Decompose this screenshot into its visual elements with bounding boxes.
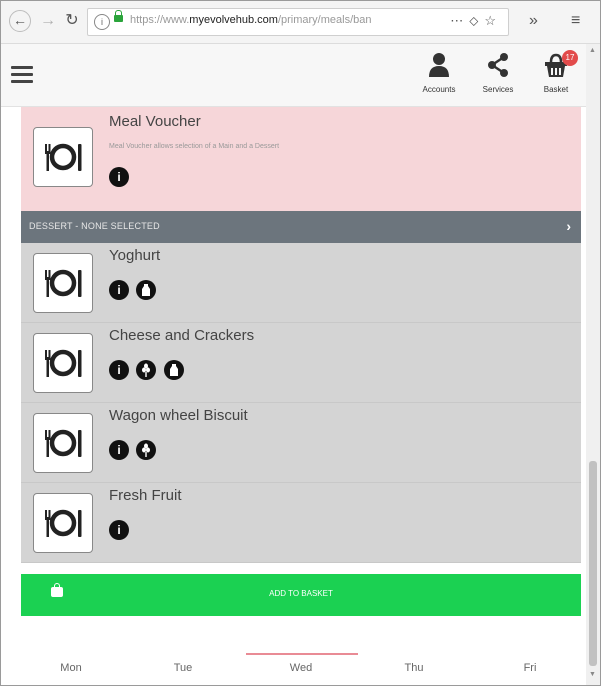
url-text[interactable]: https://www.myevolvehub.com/primary/meal… (130, 14, 450, 26)
browser-toolbar: ← → ↻ i https://www.myevolvehub.com/prim… (1, 1, 600, 44)
meal-voucher-title: Meal Voucher (109, 113, 201, 130)
back-button[interactable]: ← (9, 10, 31, 32)
wheat-icon[interactable] (136, 440, 157, 460)
dessert-item-yoghurt[interactable]: Yoghurt i (21, 243, 581, 323)
hamburger-menu-button[interactable]: ≡ (571, 10, 580, 32)
lock-icon (114, 10, 123, 22)
reload-button[interactable]: ↻ (61, 10, 83, 32)
allergen-icon-row: i (109, 360, 187, 382)
app-header: Accounts Services 17 Basket (1, 44, 586, 107)
scrollbar-thumb[interactable] (589, 461, 597, 666)
plate-cutlery-icon (33, 127, 93, 187)
item-title: Cheese and Crackers (109, 327, 255, 344)
info-icon[interactable]: i (94, 14, 110, 30)
plate-cutlery-icon (33, 253, 93, 313)
accounts-button[interactable]: Accounts (409, 52, 469, 94)
menu-icon[interactable] (11, 66, 33, 83)
add-to-basket-button[interactable]: ADD TO BASKET (21, 574, 581, 616)
item-title: Fresh Fruit (109, 487, 182, 504)
scroll-up-arrow-icon[interactable]: ▲ (589, 47, 596, 54)
allergen-icon-row: i (109, 440, 159, 462)
icon-row: i (109, 167, 132, 189)
tab-fri[interactable]: Fri (490, 662, 570, 674)
services-button[interactable]: Services (468, 52, 528, 94)
more-icon[interactable]: ⋯ (450, 13, 469, 28)
info-icon[interactable]: i (109, 280, 129, 300)
overflow-menu-button[interactable]: » (529, 10, 538, 32)
dessert-item-fresh-fruit[interactable]: Fresh Fruit i (21, 483, 581, 563)
info-icon[interactable]: i (109, 520, 129, 540)
milk-icon[interactable] (163, 360, 184, 380)
dessert-section-header[interactable]: DESSERT - NONE SELECTED › (21, 211, 581, 243)
dessert-item-cheese-and-crackers[interactable]: Cheese and Crackers i (21, 323, 581, 403)
plate-cutlery-icon (33, 493, 93, 553)
wheat-icon[interactable] (136, 360, 157, 380)
add-to-basket-label: ADD TO BASKET (269, 589, 333, 598)
plate-cutlery-icon (33, 413, 93, 473)
allergen-icon-row: i (109, 280, 159, 302)
basket-label: Basket (543, 85, 569, 94)
item-title: Yoghurt (109, 247, 161, 264)
info-icon[interactable]: i (109, 167, 129, 187)
accounts-label: Accounts (422, 85, 456, 94)
browser-window: ← → ↻ i https://www.myevolvehub.com/prim… (0, 0, 601, 686)
tab-thu[interactable]: Thu (374, 662, 454, 674)
services-label: Services (482, 85, 514, 94)
active-day-indicator (246, 653, 358, 655)
pocket-icon[interactable]: ⬦ (469, 13, 484, 28)
basket-button[interactable]: 17 Basket (526, 50, 586, 94)
chevron-right-icon[interactable]: › (566, 218, 571, 234)
tab-tue[interactable]: Tue (143, 662, 223, 674)
milk-icon[interactable] (136, 280, 157, 300)
dessert-item-wagon-wheel-biscuit[interactable]: Wagon wheel Biscuit i (21, 403, 581, 483)
plate-cutlery-icon (33, 333, 93, 393)
item-title: Wagon wheel Biscuit (109, 407, 248, 424)
scroll-down-arrow-icon[interactable]: ▼ (589, 671, 596, 678)
forward-button[interactable]: → (37, 10, 59, 32)
basket-count-badge: 17 (562, 50, 578, 66)
tab-mon[interactable]: Mon (31, 662, 111, 674)
info-icon[interactable]: i (109, 440, 129, 460)
user-icon (429, 53, 449, 77)
day-tab-bar: Mon Tue Wed Thu Fri (1, 652, 586, 685)
info-icon[interactable]: i (109, 360, 129, 380)
allergen-icon-row: i (109, 520, 132, 542)
page-actions[interactable]: ⋯⬦☆ (450, 13, 502, 29)
meal-voucher-description: Meal Voucher allows selection of a Main … (109, 143, 280, 150)
bookmark-star-icon[interactable]: ☆ (484, 13, 502, 28)
tab-wed[interactable]: Wed (261, 662, 341, 674)
url-bar[interactable]: i https://www.myevolvehub.com/primary/me… (87, 8, 509, 36)
share-icon (488, 53, 508, 77)
meal-voucher-card[interactable]: Meal Voucher Meal Voucher allows selecti… (21, 107, 581, 211)
section-label: DESSERT - NONE SELECTED (29, 221, 160, 231)
